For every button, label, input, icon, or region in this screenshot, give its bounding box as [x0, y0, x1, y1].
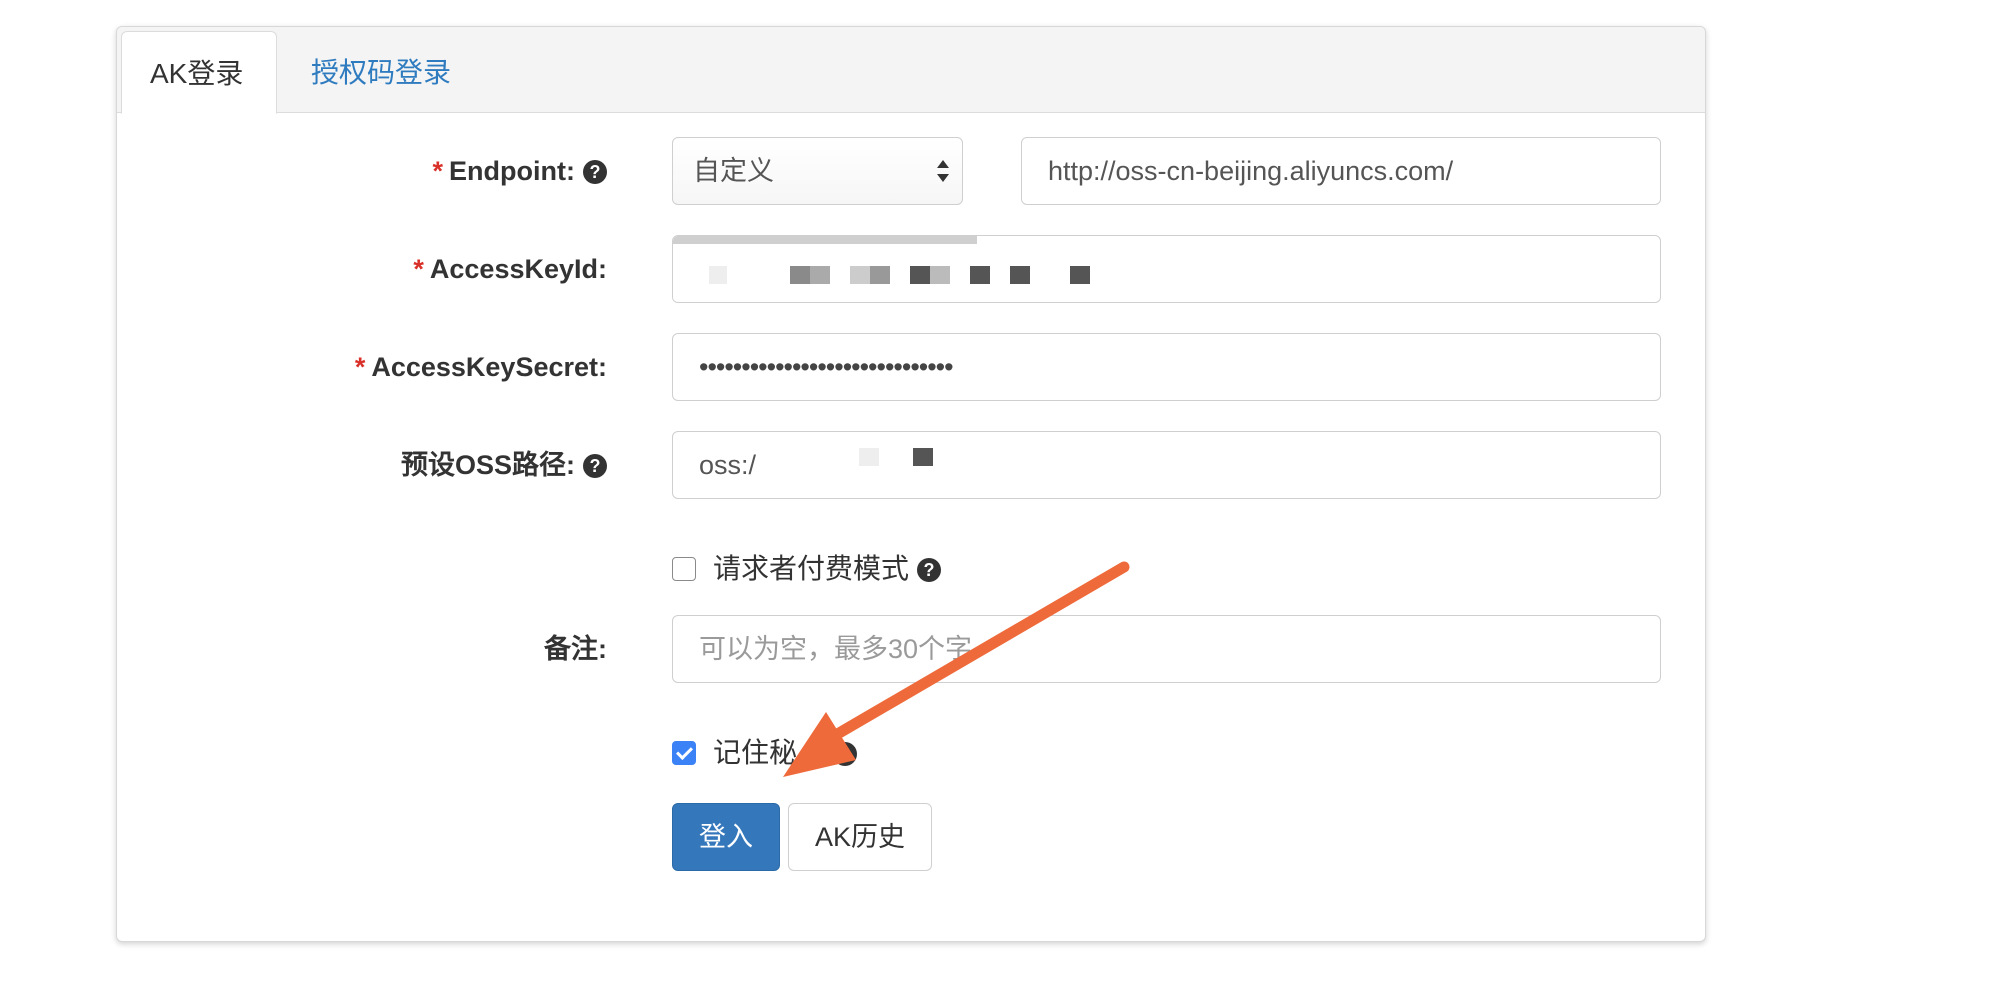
required-mark: *: [413, 254, 424, 284]
requester-pays-label: 请求者付费模式?: [713, 549, 942, 589]
required-mark: *: [354, 352, 366, 382]
access-key-secret-label: * AccessKeySecret:: [354, 352, 607, 382]
select-arrows-icon: [937, 160, 949, 182]
oss-path-label: 预设OSS路径:?: [401, 431, 607, 499]
requester-pays-checkbox[interactable]: [672, 557, 696, 581]
login-button[interactable]: 登入: [672, 803, 780, 871]
tab-ak-login[interactable]: AK登录: [121, 31, 277, 114]
redacted-value: [763, 432, 983, 498]
help-icon[interactable]: ?: [833, 742, 858, 766]
endpoint-select[interactable]: 自定义: [672, 137, 963, 205]
endpoint-url-input[interactable]: http://oss-cn-beijing.aliyuncs.com/: [1021, 137, 1661, 205]
access-key-secret-input[interactable]: ••••••••••••••••••••••••••••••: [672, 333, 1661, 401]
tab-bar: AK登录 授权码登录: [117, 27, 1705, 114]
access-key-id-label: * AccessKeyId:: [413, 254, 607, 284]
tab-auth-code-login[interactable]: 授权码登录: [281, 31, 481, 114]
endpoint-label: * Endpoint:?: [433, 137, 607, 205]
access-key-id-input[interactable]: [672, 235, 1661, 303]
remark-input[interactable]: 可以为空，最多30个字: [672, 615, 1661, 683]
help-icon[interactable]: ?: [583, 160, 607, 184]
oss-path-input[interactable]: oss:/: [672, 431, 1661, 499]
redaction-smear: [673, 236, 977, 244]
remember-checkbox[interactable]: [672, 741, 696, 765]
remember-label: 记住秘?: [713, 733, 858, 773]
ak-history-button[interactable]: AK历史: [788, 803, 932, 871]
redacted-value: [673, 236, 1233, 302]
remark-placeholder: 可以为空，最多30个字: [699, 634, 973, 664]
login-panel: AK登录 授权码登录 * Endpoint:? 自定义 http://oss-cn…: [116, 26, 1706, 942]
help-icon[interactable]: ?: [917, 558, 942, 582]
required-mark: *: [432, 156, 444, 186]
help-icon[interactable]: ?: [583, 454, 607, 478]
remark-label: 备注:: [544, 634, 607, 664]
